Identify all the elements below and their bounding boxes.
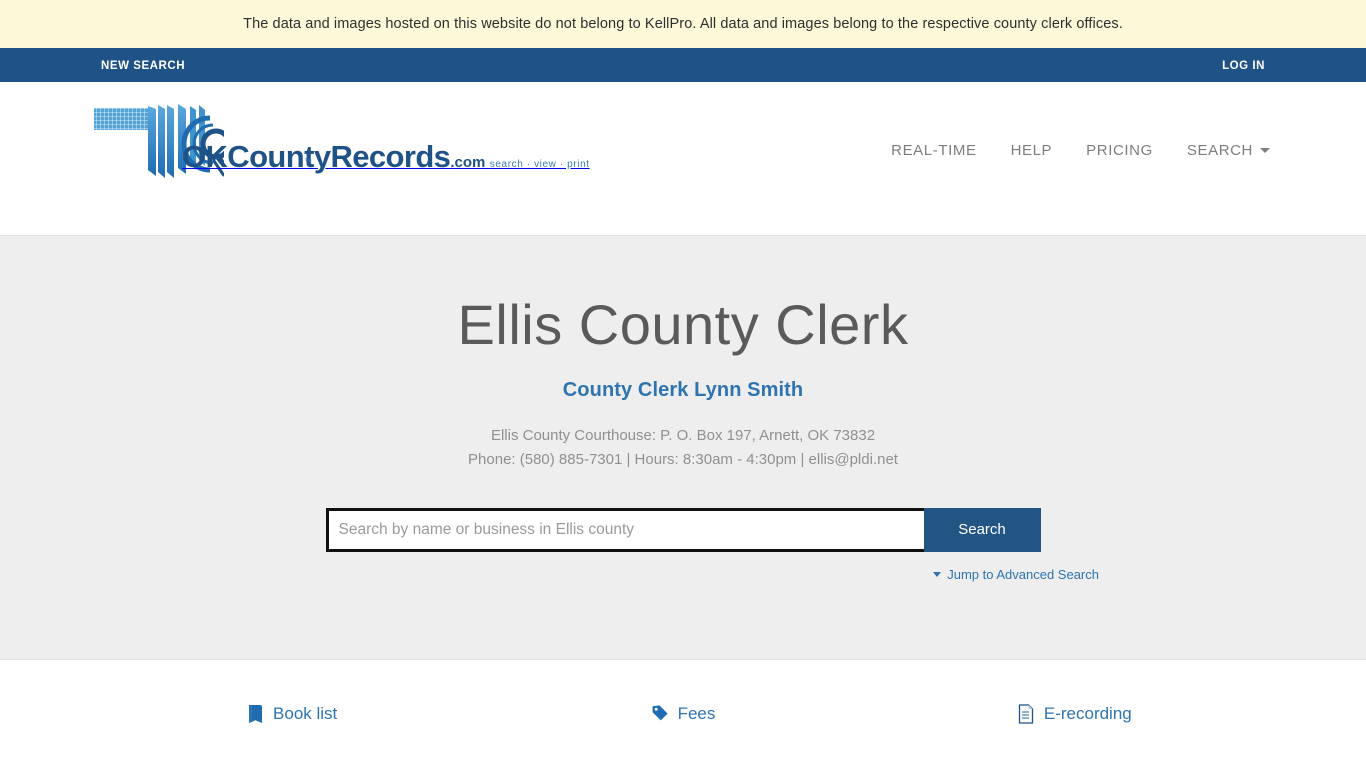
advanced-search-row: Jump to Advanced Search bbox=[267, 564, 1099, 582]
nav-item-label: SEARCH bbox=[1186, 142, 1253, 159]
hero-section: Ellis County Clerk County Clerk Lynn Smi… bbox=[0, 236, 1366, 660]
main-navigation: REAL-TIME HELP PRICING SEARCH bbox=[891, 142, 1270, 159]
jump-to-advanced-search-label: Jump to Advanced Search bbox=[947, 566, 1099, 582]
quick-links-bar: Book list Fees E-recording bbox=[0, 660, 1366, 767]
search-input[interactable] bbox=[325, 507, 924, 552]
quick-link-cell: Book list bbox=[96, 704, 487, 724]
book-list-link[interactable]: Book list bbox=[246, 704, 337, 724]
clerk-name: County Clerk Lynn Smith bbox=[562, 378, 804, 401]
nav-item-real-time[interactable]: REAL-TIME bbox=[891, 142, 976, 159]
caret-down-icon bbox=[933, 571, 942, 577]
nav-item-search[interactable]: SEARCH bbox=[1187, 142, 1270, 159]
disclaimer-banner: The data and images hosted on this websi… bbox=[0, 0, 1366, 48]
quick-link-cell: Fees bbox=[487, 704, 878, 724]
logo-wordmark-main: OKCountyRecords bbox=[182, 139, 451, 174]
office-contact-block: Ellis County Courthouse: P. O. Box 197, … bbox=[0, 424, 1366, 472]
office-contact-line: Phone: (580) 885-7301 | Hours: 8:30am - … bbox=[468, 450, 898, 468]
office-address-line: Ellis County Courthouse: P. O. Box 197, … bbox=[490, 426, 876, 444]
utility-bar: NEW SEARCH LOG IN bbox=[0, 48, 1366, 82]
quick-link-cell: E-recording bbox=[879, 704, 1270, 724]
log-in-link[interactable]: LOG IN bbox=[1222, 60, 1265, 72]
nav-item-label: PRICING bbox=[1086, 142, 1153, 159]
utility-bar-left: NEW SEARCH bbox=[101, 56, 185, 74]
page-title: Ellis County Clerk bbox=[457, 293, 909, 356]
nav-item-pricing[interactable]: PRICING bbox=[1086, 142, 1153, 159]
quick-link-label: Fees bbox=[677, 703, 716, 723]
logo-wordmark-suffix: .com bbox=[450, 154, 486, 171]
fees-link[interactable]: Fees bbox=[651, 703, 716, 724]
book-icon bbox=[246, 704, 264, 724]
search-form: Search bbox=[325, 507, 1041, 552]
jump-to-advanced-search-link[interactable]: Jump to Advanced Search bbox=[933, 567, 1099, 582]
document-icon bbox=[1017, 703, 1035, 724]
site-header: ™ OKCountyRecords.com search · view · pr… bbox=[0, 82, 1366, 236]
logo-wordmark-text: OKCountyRecords.com bbox=[182, 139, 485, 174]
quick-link-label: Book list bbox=[273, 703, 338, 723]
nav-item-help[interactable]: HELP bbox=[1011, 142, 1053, 159]
quick-link-label: E-recording bbox=[1043, 703, 1132, 723]
search-button[interactable]: Search bbox=[923, 507, 1041, 552]
e-recording-link[interactable]: E-recording bbox=[1017, 704, 1132, 724]
search-row: Search bbox=[0, 507, 1366, 552]
logo-wordmark: ™ OKCountyRecords.com search · view · pr… bbox=[182, 141, 590, 172]
price-tag-icon bbox=[651, 704, 669, 724]
utility-bar-right: LOG IN bbox=[1222, 56, 1265, 74]
site-logo[interactable]: ™ OKCountyRecords.com search · view · pr… bbox=[92, 100, 590, 184]
chevron-down-icon bbox=[1260, 148, 1270, 153]
nav-item-label: REAL-TIME bbox=[891, 142, 977, 159]
nav-item-label: HELP bbox=[1010, 142, 1053, 159]
new-search-link[interactable]: NEW SEARCH bbox=[101, 60, 185, 72]
trademark-symbol: ™ bbox=[304, 157, 312, 166]
logo-tagline: search · view · print bbox=[489, 159, 590, 170]
disclaimer-text: The data and images hosted on this websi… bbox=[243, 16, 1123, 32]
